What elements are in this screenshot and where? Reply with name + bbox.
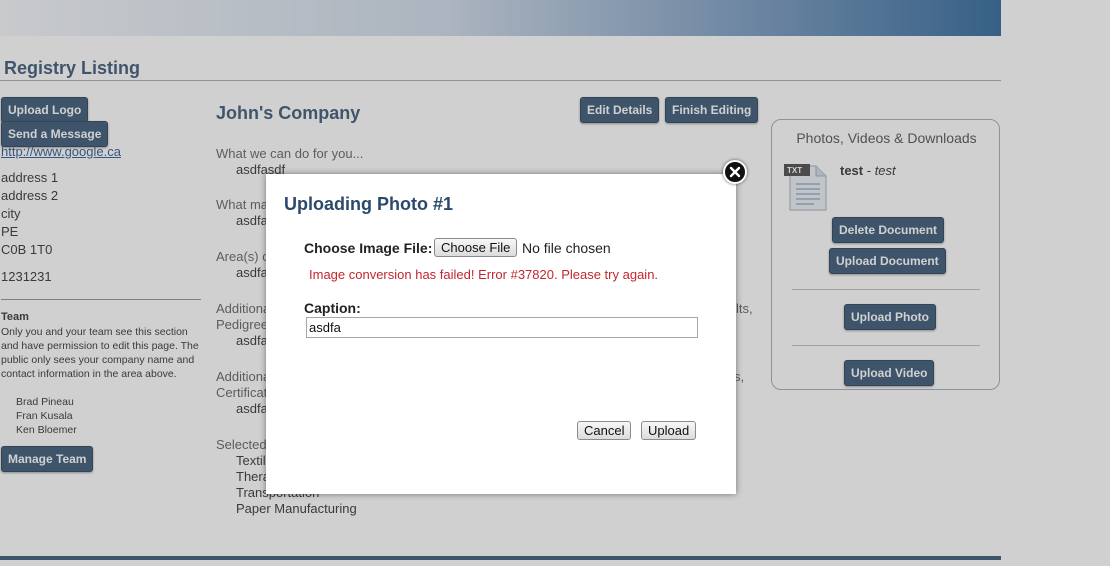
- file-status: No file chosen: [522, 240, 611, 256]
- choose-file-label: Choose Image File:: [304, 240, 433, 256]
- dialog-title: Uploading Photo #1: [284, 194, 453, 214]
- caption-input[interactable]: [306, 317, 698, 338]
- upload-button[interactable]: Upload: [641, 421, 697, 440]
- choose-file-button[interactable]: Choose File: [434, 238, 518, 257]
- close-dialog-button[interactable]: [723, 160, 747, 184]
- cancel-button[interactable]: Cancel: [577, 421, 632, 440]
- caption-label: Caption:: [304, 300, 361, 316]
- close-icon: [729, 166, 741, 178]
- upload-photo-dialog: Uploading Photo #1 Choose Image File: Ch…: [266, 174, 736, 494]
- error-message: Image conversion has failed! Error #3782…: [309, 267, 659, 282]
